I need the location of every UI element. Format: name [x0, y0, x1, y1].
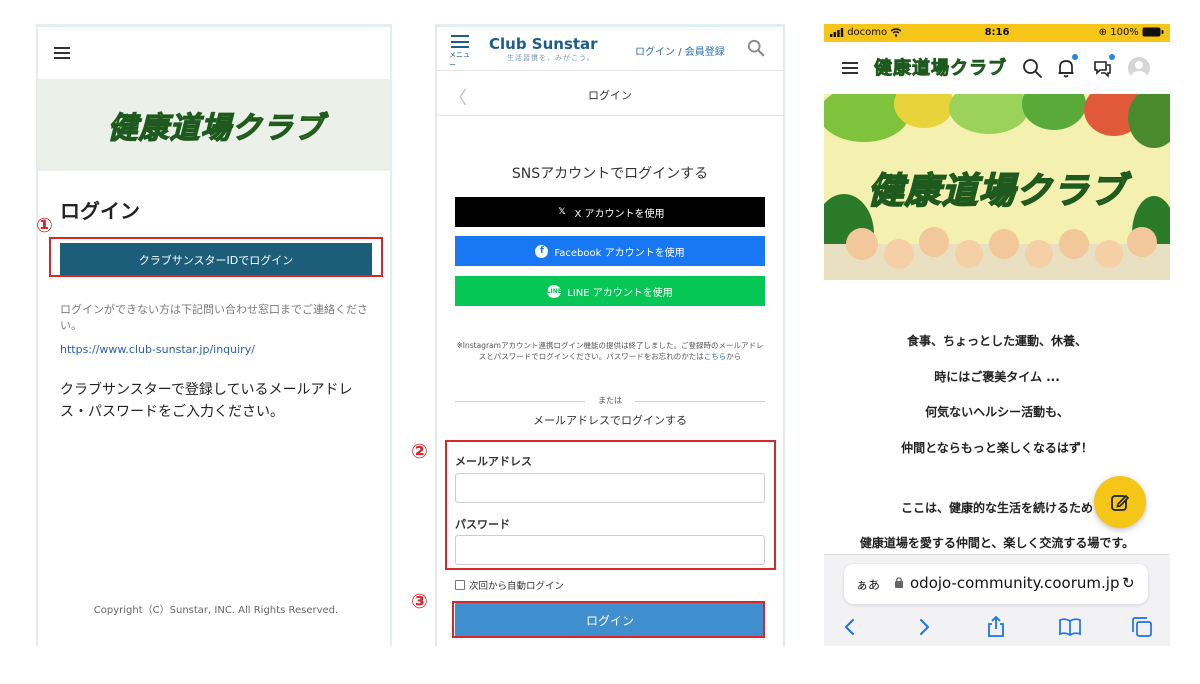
- ios-status-bar: docomo 8:16 ⊕ 100%: [824, 24, 1170, 42]
- bell-icon[interactable]: [1056, 58, 1076, 78]
- page-title: ログイン: [588, 89, 632, 102]
- text-size-button[interactable]: ぁあ: [856, 576, 880, 593]
- forward-icon[interactable]: [912, 615, 936, 639]
- site-banner: 健康道場クラブ: [38, 79, 390, 171]
- community-site-mobile: docomo 8:16 ⊕ 100% 健康道場クラブ 健康道場クラブ 食事、ちょ…: [824, 24, 1170, 646]
- step-marker-3: ③: [411, 589, 428, 613]
- auto-login-label: 次回から自動ログイン: [469, 581, 565, 592]
- instagram-notice: ※Instagramアカウント連携ログイン機能の提供は終了しました。ご登録時のメ…: [455, 340, 765, 362]
- header-separator: /: [678, 47, 682, 58]
- safari-toolbar: ぁあ odojo-community.coorum.jp ↻: [824, 554, 1170, 646]
- sns-heading: SNSアカウントでログインする: [511, 166, 709, 182]
- instagram-notice-end: から: [726, 352, 742, 361]
- copyright: Copyright（C）Sunstar, INC. All Rights Res…: [93, 605, 339, 616]
- orientation-lock-icon: ⊕: [1098, 27, 1108, 38]
- url-text: odojo-community.coorum.jp: [910, 574, 1120, 592]
- or-divider: または: [455, 395, 765, 407]
- battery-status: ⊕ 100%: [1099, 27, 1164, 38]
- compose-fab[interactable]: [1094, 476, 1146, 528]
- app-navbar: 健康道場クラブ: [824, 42, 1170, 92]
- share-icon[interactable]: [984, 615, 1008, 639]
- chat-badge: [1109, 54, 1115, 60]
- menu-icon[interactable]: [842, 62, 858, 74]
- bookmarks-icon[interactable]: [1058, 615, 1082, 639]
- menu-button[interactable]: メニュー: [449, 35, 471, 70]
- page-title: ログイン: [60, 199, 140, 223]
- site-header: メニュー Club Sunstar 生活習慣を、みがこう。 ログイン / 会員登…: [437, 27, 783, 71]
- back-icon[interactable]: [838, 615, 862, 639]
- page-subheader: 〈 ログイン: [437, 72, 783, 116]
- battery-icon: [1142, 27, 1164, 37]
- menu-icon[interactable]: [54, 47, 70, 59]
- search-icon[interactable]: [1022, 58, 1042, 78]
- search-icon[interactable]: [747, 39, 765, 57]
- step-marker-1: ①: [36, 213, 53, 237]
- chat-icon[interactable]: [1092, 58, 1112, 78]
- avatar[interactable]: [1128, 57, 1150, 79]
- intro-line-2: 時にはご褒美タイム ...: [934, 370, 1060, 384]
- facebook-login-button[interactable]: f Facebook アカウントを使用: [455, 236, 765, 266]
- x-logo-icon: 𝕏: [558, 207, 566, 217]
- brand-name: Club Sunstar: [489, 35, 598, 53]
- menu-icon: [451, 35, 469, 48]
- lock-icon: [895, 577, 903, 588]
- line-login-label: LINE アカウントを使用: [567, 287, 673, 299]
- step-marker-2: ②: [411, 439, 428, 463]
- header-links: ログイン / 会員登録: [635, 43, 725, 58]
- intro-line-3: 何気ないヘルシー活動も、: [925, 405, 1069, 419]
- battery-percent: 100%: [1110, 27, 1139, 38]
- tabs-icon[interactable]: [1130, 615, 1154, 639]
- brand-tagline: 生活習慣を、みがこう。: [507, 54, 595, 62]
- header-register-link[interactable]: 会員登録: [685, 47, 725, 58]
- help-text: ログインができない方は下記問い合わせ窓口までご連絡ください。: [60, 303, 368, 332]
- intro-line-1: 食事、ちょっとした運動、休養、: [906, 334, 1087, 348]
- highlight-box-3: [452, 601, 765, 638]
- nav-logo-text: 健康道場クラブ: [874, 58, 1007, 80]
- site-logo: 健康道場クラブ: [107, 110, 325, 146]
- header-login-link[interactable]: ログイン: [635, 47, 675, 58]
- x-login-label: X アカウントを使用: [574, 208, 665, 220]
- hero-logo-text: 健康道場クラブ: [867, 170, 1127, 213]
- intro-line-4: 仲間とならもっと楽しくなるはず！: [901, 441, 1093, 455]
- hero-banner: 健康道場クラブ: [824, 94, 1170, 280]
- auto-login-checkbox-row[interactable]: 次回から自動ログイン: [455, 578, 564, 592]
- intro-line-6: 健康道場を愛する仲間と、楽しく交流する場です。: [859, 536, 1135, 550]
- login-page-club-sunstar: 健康道場クラブ ログイン クラブサンスターIDでログイン ログインができない方は…: [36, 24, 392, 646]
- inquiry-link[interactable]: https://www.club-sunstar.jp/inquiry/: [60, 343, 255, 356]
- password-reset-link[interactable]: こちら: [704, 352, 727, 361]
- address-bar[interactable]: ぁあ odojo-community.coorum.jp ↻: [844, 564, 1148, 604]
- nav-logo[interactable]: 健康道場クラブ: [874, 54, 1007, 80]
- facebook-logo-icon: f: [535, 244, 549, 258]
- line-logo-icon: LINE: [547, 284, 562, 298]
- line-login-button[interactable]: LINE LINE アカウントを使用: [455, 276, 765, 306]
- reload-icon[interactable]: ↻: [1122, 574, 1135, 592]
- auto-login-checkbox[interactable]: [455, 580, 465, 590]
- notification-badge: [1072, 54, 1078, 60]
- highlight-box-2: [445, 440, 776, 570]
- menu-label: メニュー: [449, 51, 470, 69]
- description-text: クラブサンスターで登録しているメールアドレス・パスワードをご入力ください。: [60, 382, 353, 420]
- x-login-button[interactable]: 𝕏 X アカウントを使用: [455, 197, 765, 227]
- email-login-heading: メールアドレスでログインする: [533, 414, 687, 427]
- edit-icon: [1111, 494, 1130, 511]
- or-text: または: [598, 396, 622, 405]
- facebook-login-label: Facebook アカウントを使用: [554, 247, 685, 259]
- brand-logo[interactable]: Club Sunstar 生活習慣を、みがこう。: [489, 35, 598, 63]
- highlight-box-1: [49, 237, 383, 277]
